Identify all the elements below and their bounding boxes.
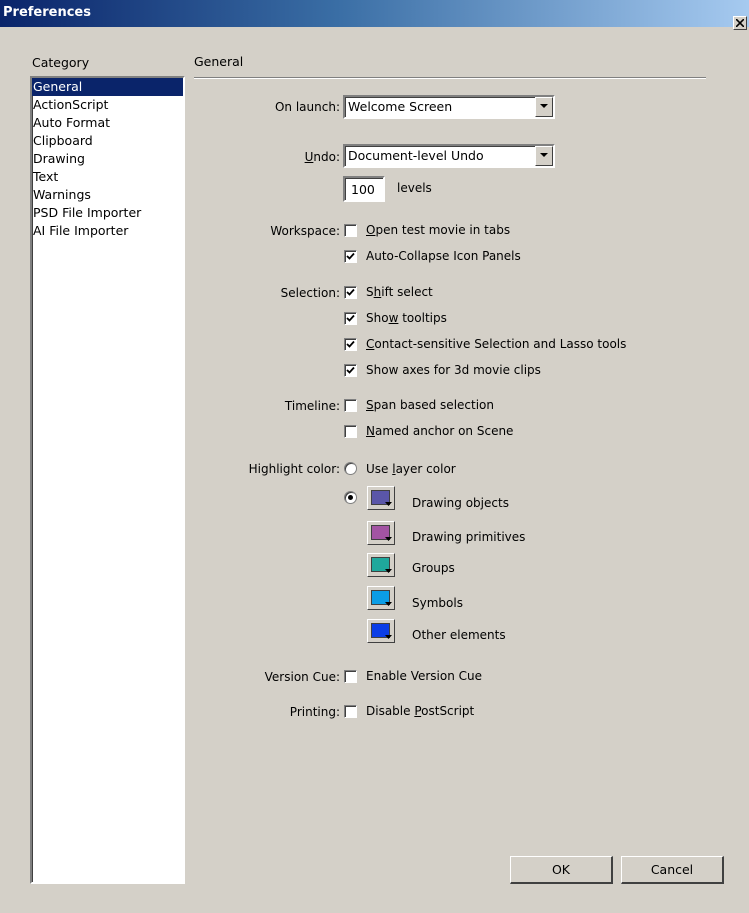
- close-button[interactable]: [733, 16, 747, 30]
- show-tooltips-label: Show tooltips: [366, 311, 447, 325]
- undo-label: Undo:: [304, 150, 340, 164]
- named-anchor-checkbox[interactable]: [344, 425, 357, 438]
- use-layer-color-label: Use layer color: [366, 462, 456, 476]
- symbols-color-button[interactable]: [367, 586, 395, 610]
- on-launch-value: Welcome Screen: [348, 99, 453, 114]
- drawing-primitives-label: Drawing primitives: [412, 530, 526, 544]
- groups-label: Groups: [412, 561, 455, 575]
- chevron-down-icon: [385, 502, 392, 506]
- undo-dropdown-button[interactable]: [535, 146, 553, 166]
- category-item-warnings[interactable]: Warnings: [32, 186, 183, 204]
- checkmark-icon: [346, 366, 355, 374]
- symbols-label: Symbols: [412, 596, 463, 610]
- open-tabs-checkbox[interactable]: [344, 224, 357, 237]
- span-based-checkbox[interactable]: [344, 399, 357, 412]
- undo-value: Document-level Undo: [348, 148, 484, 163]
- checkmark-icon: [346, 340, 355, 348]
- undo-dropdown[interactable]: Document-level Undo: [343, 144, 555, 168]
- chevron-down-icon: [385, 537, 392, 541]
- checkmark-icon: [346, 252, 355, 260]
- contact-sensitive-checkbox[interactable]: [344, 338, 357, 351]
- printing-label: Printing:: [289, 705, 340, 719]
- auto-collapse-checkbox[interactable]: [344, 250, 357, 263]
- on-launch-dropdown-button[interactable]: [535, 97, 553, 117]
- undo-levels-label: levels: [397, 181, 432, 195]
- shift-select-checkbox[interactable]: [344, 286, 357, 299]
- highlight-color-label: Highlight color:: [248, 462, 340, 476]
- category-item-general[interactable]: General: [32, 78, 183, 96]
- category-item-text[interactable]: Text: [32, 168, 183, 186]
- open-tabs-label: Open test movie in tabs: [366, 223, 511, 237]
- selection-label: Selection:: [280, 286, 340, 300]
- disable-postscript-checkbox[interactable]: [344, 705, 357, 718]
- use-layer-color-radio[interactable]: [344, 462, 357, 475]
- on-launch-label: On launch:: [274, 100, 340, 114]
- category-item-auto-format[interactable]: Auto Format: [32, 114, 183, 132]
- on-launch-dropdown[interactable]: Welcome Screen: [343, 95, 555, 119]
- custom-colors-radio[interactable]: [344, 491, 357, 504]
- enable-version-cue-checkbox[interactable]: [344, 670, 357, 683]
- checkmark-icon: [346, 314, 355, 322]
- other-elements-color-button[interactable]: [367, 619, 395, 643]
- category-header: Category: [32, 55, 90, 70]
- panel-divider: [194, 77, 706, 79]
- version-cue-label: Version Cue:: [264, 670, 340, 684]
- category-item-drawing[interactable]: Drawing: [32, 150, 183, 168]
- shift-select-label: Shift select: [366, 285, 433, 299]
- named-anchor-label: Named anchor on Scene: [366, 424, 514, 438]
- chevron-down-icon: [385, 635, 392, 639]
- drawing-objects-label: Drawing objects: [412, 496, 509, 510]
- chevron-down-icon: [385, 569, 392, 573]
- chevron-down-icon: [385, 602, 392, 606]
- groups-color-button[interactable]: [367, 553, 395, 577]
- contact-sensitive-label: Contact-sensitive Selection and Lasso to…: [366, 337, 627, 351]
- drawing-primitives-color-button[interactable]: [367, 521, 395, 545]
- span-based-label: Span based selection: [366, 398, 494, 412]
- show-axes-label: Show axes for 3d movie clips: [366, 363, 541, 377]
- category-item-psd-importer[interactable]: PSD File Importer: [32, 204, 183, 222]
- checkmark-icon: [346, 288, 355, 296]
- close-icon: [736, 19, 744, 27]
- timeline-label: Timeline:: [284, 399, 340, 413]
- other-elements-label: Other elements: [412, 628, 506, 642]
- auto-collapse-label: Auto-Collapse Icon Panels: [366, 249, 521, 263]
- chevron-down-icon: [540, 153, 548, 157]
- window-title: Preferences: [3, 5, 91, 20]
- title-bar: Preferences: [0, 0, 749, 27]
- cancel-button[interactable]: Cancel: [621, 856, 724, 884]
- disable-postscript-label: Disable PostScript: [366, 704, 475, 718]
- chevron-down-icon: [540, 104, 548, 108]
- drawing-objects-color-button[interactable]: [367, 486, 395, 510]
- category-item-clipboard[interactable]: Clipboard: [32, 132, 183, 150]
- workspace-label: Workspace:: [270, 224, 340, 238]
- show-axes-checkbox[interactable]: [344, 364, 357, 377]
- category-item-actionscript[interactable]: ActionScript: [32, 96, 183, 114]
- category-list[interactable]: General ActionScript Auto Format Clipboa…: [30, 76, 185, 884]
- undo-levels-input[interactable]: 100: [343, 176, 385, 202]
- panel-title: General: [194, 54, 244, 69]
- show-tooltips-checkbox[interactable]: [344, 312, 357, 325]
- category-item-ai-importer[interactable]: AI File Importer: [32, 222, 183, 240]
- enable-version-cue-label: Enable Version Cue: [366, 669, 482, 683]
- ok-button[interactable]: OK: [510, 856, 613, 884]
